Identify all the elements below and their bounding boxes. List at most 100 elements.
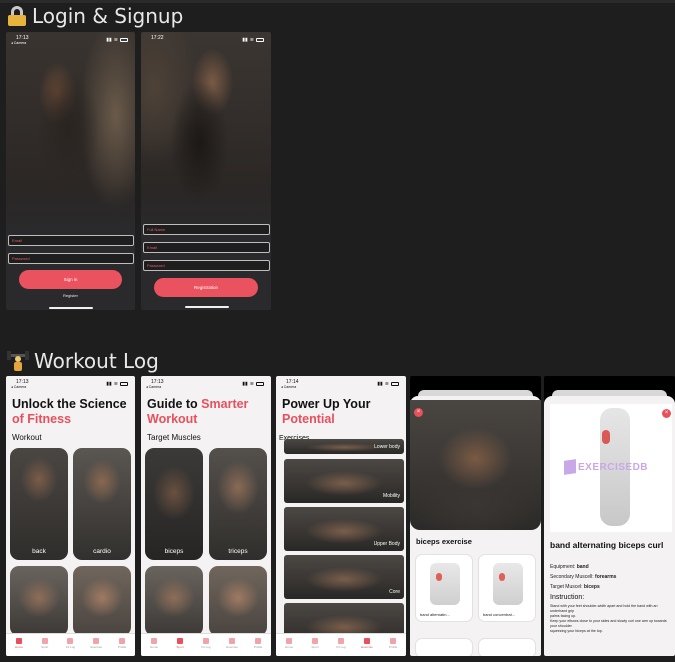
tab-exercise[interactable]: Exercise xyxy=(356,638,378,649)
exercise-card[interactable] xyxy=(478,638,536,656)
tab-fitlog[interactable]: Fit Log xyxy=(195,638,217,649)
muscle-card-triceps[interactable]: triceps xyxy=(209,448,267,560)
sport-icon xyxy=(312,638,318,644)
muscle-card-biceps[interactable]: biceps xyxy=(145,448,203,560)
sign-in-button[interactable]: Sign in xyxy=(19,270,122,289)
watermark-text: EXERCISEDB xyxy=(578,462,649,473)
category-card-back[interactable]: back xyxy=(10,448,68,560)
muscle-card[interactable] xyxy=(145,566,203,636)
system-icons: ▮▮ ≋ xyxy=(106,35,128,44)
home-icon xyxy=(151,638,157,644)
tab-sport[interactable]: Sport xyxy=(34,638,56,649)
exercise-illustration xyxy=(430,563,460,605)
muscle-card[interactable] xyxy=(209,566,267,636)
section-subtitle: Target Muscles xyxy=(147,433,201,442)
category-card-cardio[interactable]: cardio xyxy=(73,448,131,560)
card-label: triceps xyxy=(228,548,248,555)
category-card[interactable] xyxy=(73,566,131,636)
wifi-icon: ≋ xyxy=(113,36,118,43)
system-icons: ▮▮ ≋ xyxy=(242,379,264,388)
wifi-icon: ≋ xyxy=(249,380,254,387)
tab-home[interactable]: Home xyxy=(143,638,165,649)
exercise-illustration xyxy=(493,563,523,605)
close-icon[interactable]: × xyxy=(662,409,671,418)
guide-screen: 17:13 ▮▮ ≋ ◂ Camera Guide to Smarter Work… xyxy=(141,376,271,656)
status-bar: 17:13 ▮▮ ≋ ◂ Camera xyxy=(6,376,135,389)
exercise-category-core[interactable]: Core xyxy=(284,555,404,599)
exercise-info-modal: EXERCISEDB × band alternating biceps cur… xyxy=(544,376,675,656)
tab-exercise[interactable]: Exercise xyxy=(221,638,243,649)
signal-icon: ▮▮ xyxy=(242,36,248,43)
tab-profile[interactable]: Profile xyxy=(247,638,269,649)
exercise-gif: EXERCISEDB xyxy=(550,404,672,532)
card-label: biceps xyxy=(164,548,184,555)
signup-screen: 17:22 ▮▮ ≋ Full Name Email Password Regis… xyxy=(141,32,271,310)
tab-sport[interactable]: Sport xyxy=(169,638,191,649)
card-caption: band concentrat... xyxy=(483,612,516,617)
muscle-highlight xyxy=(499,573,505,581)
target-muscle-row: Target Muscel: biceps xyxy=(550,584,600,590)
title-line: Power Up Your xyxy=(282,397,371,411)
tab-profile[interactable]: Profile xyxy=(111,638,133,649)
tab-fitlog[interactable]: Fit Log xyxy=(59,638,81,649)
category-card[interactable] xyxy=(10,566,68,636)
status-bar: 17:13 ▮▮ ≋ ◂ Camera xyxy=(6,32,135,45)
battery-icon xyxy=(256,381,264,386)
home-icon xyxy=(15,638,22,644)
home-indicator xyxy=(185,306,229,308)
section-title-text: Login & Signup xyxy=(32,4,184,28)
exercise-card[interactable]: band alternatin... xyxy=(415,554,473,622)
log-icon xyxy=(67,638,74,644)
sport-icon xyxy=(177,638,183,644)
tab-home[interactable]: Home xyxy=(8,638,30,649)
password-field[interactable]: Password xyxy=(8,253,134,264)
back-to-camera-link[interactable]: ◂ Camera xyxy=(146,385,161,389)
dumbbell-icon xyxy=(93,638,100,644)
exercise-list-modal: × biceps exercise band alternatin... ban… xyxy=(410,376,541,656)
home-icon xyxy=(286,638,292,644)
tab-sport[interactable]: Sport xyxy=(304,638,326,649)
tab-home[interactable]: Home xyxy=(278,638,300,649)
card-caption: band alternatin... xyxy=(420,612,450,617)
page-title: Power Up Your Potential xyxy=(282,397,370,427)
dumbbell-icon xyxy=(229,638,235,644)
section-title-login: Login & Signup xyxy=(7,4,183,28)
close-icon[interactable]: × xyxy=(414,408,423,417)
tab-exercise[interactable]: Exercise xyxy=(85,638,107,649)
status-bar: 17:13 ▮▮ ≋ ◂ Camera xyxy=(141,376,271,389)
exercise-category-mobility[interactable]: Mobility xyxy=(284,459,404,503)
title-accent: Smarter xyxy=(201,397,249,411)
photo-scrim xyxy=(6,184,135,310)
wifi-icon: ≋ xyxy=(384,380,389,387)
exercise-category-upper-body[interactable]: Upper Body xyxy=(284,507,404,551)
dumbbell-icon xyxy=(364,638,370,644)
card-label: cardio xyxy=(93,548,111,555)
page-title: Unlock the Science of Fitness xyxy=(12,397,127,427)
back-to-camera-link[interactable]: ◂ Camera xyxy=(281,385,296,389)
email-field[interactable]: Email xyxy=(143,242,270,253)
section-title-text: Workout Log xyxy=(34,349,159,373)
exercise-hero-image xyxy=(410,400,541,530)
status-time: 17:22 xyxy=(151,35,164,41)
exercise-category-row[interactable]: Lower body xyxy=(284,439,404,454)
tab-fitlog[interactable]: Fit Log xyxy=(330,638,352,649)
tab-bar: Home Sport Fit Log Exercise Profile xyxy=(276,633,406,656)
email-field[interactable]: Email xyxy=(8,235,134,246)
window-top-border xyxy=(0,0,675,3)
home-indicator xyxy=(49,307,93,309)
battery-icon xyxy=(120,381,128,386)
exercise-card[interactable] xyxy=(415,638,473,656)
tab-bar: Home Sport Fit Log Exercise Profile xyxy=(141,633,271,656)
exercisedb-logo xyxy=(564,459,576,475)
password-field[interactable]: Password xyxy=(143,260,270,271)
system-icons: ▮▮ ≋ xyxy=(377,379,399,388)
back-to-camera-link[interactable]: ◂ Camera xyxy=(11,41,26,45)
exercise-card[interactable]: band concentrat... xyxy=(478,554,536,622)
tab-profile[interactable]: Profile xyxy=(382,638,404,649)
full-name-field[interactable]: Full Name xyxy=(143,224,270,235)
back-to-camera-link[interactable]: ◂ Camera xyxy=(11,385,26,389)
status-bar: 17:22 ▮▮ ≋ xyxy=(141,32,271,44)
register-link[interactable]: Register xyxy=(6,293,135,298)
secondary-muscle-row: Secondary Muscell: forearms xyxy=(550,574,617,580)
registration-button[interactable]: Registration xyxy=(154,278,258,297)
